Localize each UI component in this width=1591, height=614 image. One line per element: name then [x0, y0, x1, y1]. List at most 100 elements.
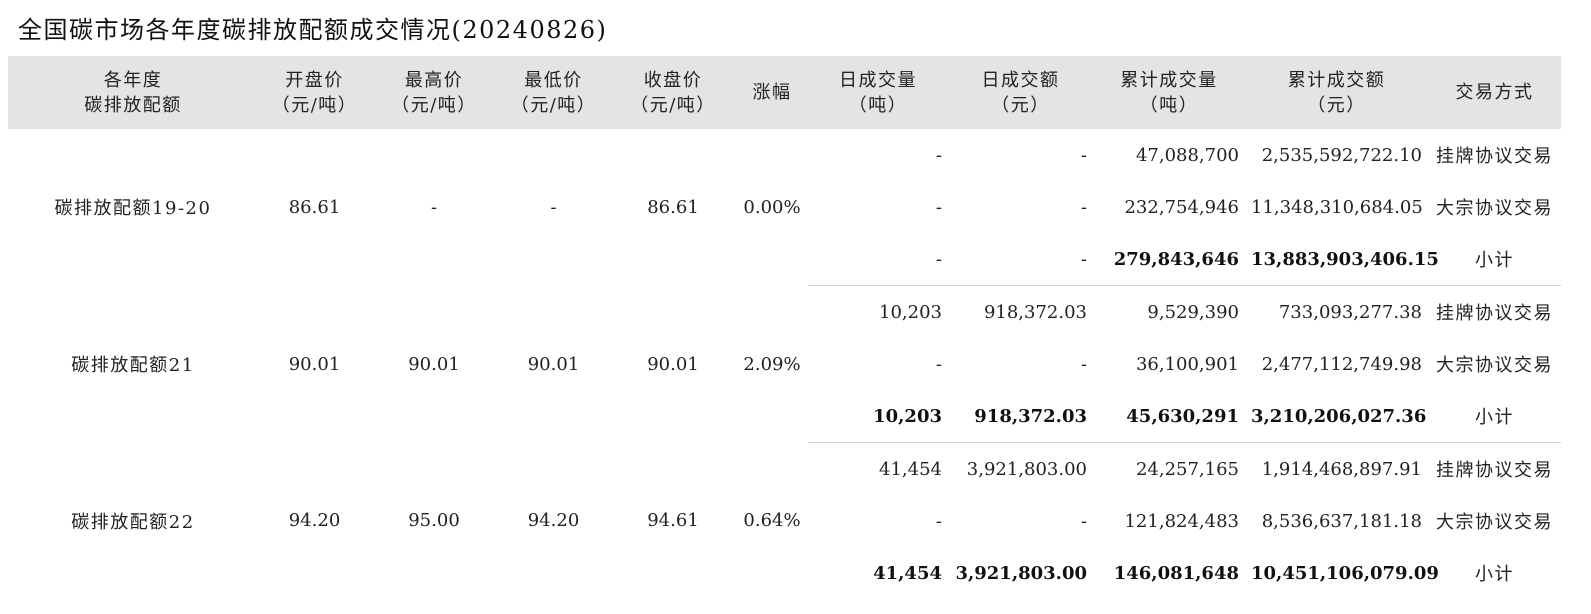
header-close-line2: （元/吨）	[630, 94, 716, 116]
cum-amount-cell: 3,210,206,027.36	[1245, 390, 1428, 443]
cum-amount-cell: 733,093,277.38	[1278, 301, 1422, 323]
close-price-cell: 86.61	[647, 196, 699, 218]
table-row: 碳排放配额21 90.01 90.01 90.01 90.01 2.09% 10…	[8, 286, 1561, 377]
table-row: 碳排放配额22 94.20 95.00 94.20 94.61 0.64% 41…	[8, 443, 1561, 533]
daily-amount-cell: -	[1080, 196, 1087, 218]
change-cell: 2.09%	[743, 353, 801, 375]
header-method-line1: 交易方式	[1455, 82, 1534, 103]
header-low-price: 最低价 （元/吨）	[497, 56, 610, 129]
cum-volume-cell: 121,824,483	[1124, 510, 1239, 532]
low-price-cell: 94.20	[527, 510, 580, 532]
header-low-line2: （元/吨）	[510, 94, 597, 116]
daily-volume-cell: 10,203	[808, 390, 948, 443]
header-allowance-line2: 碳排放配额	[84, 94, 182, 116]
table-row: 碳排放配额19-20 86.61 - - 86.61 0.00% - - 47,…	[8, 129, 1561, 220]
header-daily-volume-line2: （吨）	[848, 94, 908, 116]
method-cell: 大宗协议交易	[1436, 198, 1553, 219]
daily-volume-cell: -	[935, 353, 942, 375]
high-price-cell: -	[430, 196, 438, 218]
header-cum-amount: 累计成交额 （元）	[1245, 56, 1428, 129]
low-price-cell: 90.01	[527, 353, 580, 375]
cum-volume-cell: 232,754,946	[1124, 196, 1239, 218]
header-daily-amount: 日成交额 （元）	[948, 56, 1093, 129]
cum-volume-cell: 47,088,700	[1135, 144, 1239, 166]
header-cum-volume-line1: 累计成交量	[1120, 69, 1218, 91]
allowance-name-cell: 碳排放配额22	[71, 511, 195, 533]
open-price-cell: 90.01	[288, 353, 341, 375]
daily-amount-cell: 3,921,803.00	[966, 458, 1087, 480]
header-cum-volume: 累计成交量 （吨）	[1093, 56, 1245, 129]
header-close-price: 收盘价 （元/吨）	[610, 56, 736, 129]
header-close-line1: 收盘价	[643, 69, 703, 91]
header-daily-amount-line1: 日成交额	[981, 69, 1060, 91]
daily-volume-cell: 41,454	[873, 562, 942, 584]
method-cell: 小计	[1428, 233, 1561, 286]
page-title: 全国碳市场各年度碳排放配额成交情况(20240826)	[18, 16, 608, 44]
cum-amount-cell: 8,536,637,181.18	[1261, 510, 1422, 532]
cum-amount-cell: 11,348,310,684.05	[1251, 196, 1423, 218]
open-price-cell: 86.61	[288, 196, 341, 218]
header-high-line2: （元/吨）	[391, 94, 477, 116]
header-open-price: 开盘价 （元/吨）	[258, 56, 371, 129]
change-cell: 0.00%	[743, 196, 801, 218]
header-open-line2: （元/吨）	[271, 94, 358, 116]
high-price-cell: 90.01	[408, 353, 460, 375]
header-cum-volume-line2: （吨）	[1139, 94, 1199, 116]
method-cell: 挂牌协议交易	[1436, 146, 1553, 167]
daily-volume-cell: -	[808, 233, 948, 286]
method-cell: 挂牌协议交易	[1436, 303, 1553, 324]
carbon-allowance-table: 各年度 碳排放配额 开盘价 （元/吨） 最高价 （元/吨） 最低价 （元/吨） …	[8, 56, 1561, 599]
high-price-cell: 95.00	[408, 510, 460, 532]
daily-amount-cell: 918,372.03	[948, 390, 1093, 443]
daily-volume-cell: 10,203	[879, 301, 942, 323]
low-price-cell: -	[550, 196, 557, 218]
header-change-line1: 涨幅	[752, 82, 792, 103]
header-cum-amount-line1: 累计成交额	[1287, 69, 1386, 91]
header-high-line1: 最高价	[404, 69, 464, 91]
header-row: 各年度 碳排放配额 开盘价 （元/吨） 最高价 （元/吨） 最低价 （元/吨） …	[8, 56, 1561, 129]
cum-amount-cell: 2,477,112,749.98	[1261, 353, 1422, 375]
header-open-line1: 开盘价	[285, 69, 344, 91]
cum-amount-cell: 10,451,106,079.09	[1251, 562, 1439, 584]
cum-amount-cell: 13,883,903,406.15	[1245, 233, 1439, 286]
method-cell: 大宗协议交易	[1436, 355, 1553, 376]
header-method: 交易方式	[1428, 56, 1561, 129]
daily-volume-cell: -	[935, 196, 942, 218]
daily-amount-cell: 3,921,803.00	[955, 562, 1087, 584]
close-price-cell: 94.61	[647, 510, 699, 532]
cum-volume-cell: 36,100,901	[1135, 353, 1239, 375]
header-allowance-line1: 各年度	[103, 69, 163, 91]
daily-amount-cell: 918,372.03	[983, 301, 1087, 323]
daily-amount-cell: -	[948, 233, 1093, 286]
header-low-line1: 最低价	[524, 69, 583, 91]
cum-volume-cell: 24,257,165	[1135, 458, 1239, 480]
header-daily-volume: 日成交量 （吨）	[808, 56, 948, 129]
daily-volume-cell: -	[935, 144, 942, 166]
cum-amount-cell: 1,914,468,897.91	[1261, 458, 1422, 480]
header-allowance: 各年度 碳排放配额	[8, 56, 258, 129]
open-price-cell: 94.20	[288, 510, 341, 532]
cum-volume-cell: 9,529,390	[1147, 301, 1239, 323]
cum-volume-cell: 45,630,291	[1093, 390, 1245, 443]
header-daily-volume-line1: 日成交量	[839, 69, 917, 91]
allowance-name-cell: 碳排放配额21	[71, 355, 195, 376]
header-daily-amount-line2: （元）	[991, 94, 1050, 116]
header-change: 涨幅	[736, 56, 808, 129]
method-cell: 挂牌协议交易	[1436, 460, 1553, 481]
method-cell: 小计	[1428, 390, 1561, 443]
method-cell: 小计	[1475, 564, 1514, 585]
cum-volume-cell: 279,843,646	[1093, 233, 1245, 286]
header-high-price: 最高价 （元/吨）	[371, 56, 497, 129]
cum-volume-cell: 146,081,648	[1113, 562, 1239, 584]
daily-volume-cell: 41,454	[879, 458, 942, 480]
daily-volume-cell: -	[935, 510, 942, 532]
daily-amount-cell: -	[1080, 144, 1087, 166]
allowance-name-cell: 碳排放配额19-20	[54, 198, 212, 220]
method-cell: 大宗协议交易	[1436, 512, 1553, 533]
header-cum-amount-line2: （元）	[1307, 94, 1366, 116]
change-cell: 0.64%	[743, 510, 801, 532]
daily-amount-cell: -	[1080, 353, 1087, 375]
cum-amount-cell: 2,535,592,722.10	[1261, 144, 1422, 166]
daily-amount-cell: -	[1080, 510, 1087, 532]
close-price-cell: 90.01	[647, 353, 699, 375]
